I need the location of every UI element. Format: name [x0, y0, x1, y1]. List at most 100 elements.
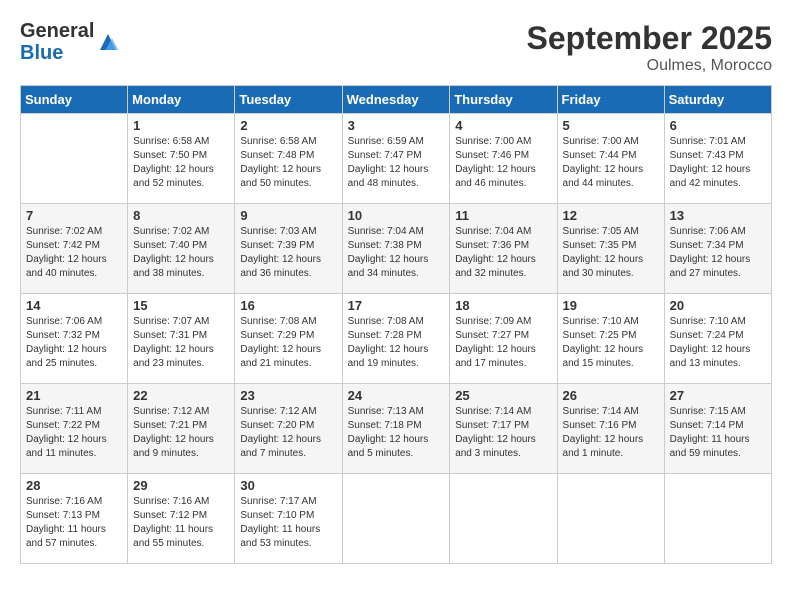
day-info: Sunrise: 6:58 AM Sunset: 7:50 PM Dayligh… — [133, 135, 229, 191]
day-number: 29 — [133, 478, 229, 493]
day-number: 14 — [26, 298, 122, 313]
calendar-week-5: 28 Sunrise: 7:16 AM Sunset: 7:13 PM Dayli… — [21, 474, 772, 564]
day-number: 19 — [563, 298, 659, 313]
day-info: Sunrise: 7:02 AM Sunset: 7:40 PM Dayligh… — [133, 225, 229, 281]
day-info: Sunrise: 7:09 AM Sunset: 7:27 PM Dayligh… — [455, 315, 551, 371]
day-info: Sunrise: 7:16 AM Sunset: 7:12 PM Dayligh… — [133, 495, 229, 551]
header-day-tuesday: Tuesday — [235, 86, 342, 114]
day-info: Sunrise: 6:58 AM Sunset: 7:48 PM Dayligh… — [240, 135, 336, 191]
day-number: 5 — [563, 118, 659, 133]
day-number: 17 — [348, 298, 445, 313]
day-number: 15 — [133, 298, 229, 313]
day-info: Sunrise: 7:10 AM Sunset: 7:25 PM Dayligh… — [563, 315, 659, 371]
day-number: 9 — [240, 208, 336, 223]
day-info: Sunrise: 7:12 AM Sunset: 7:21 PM Dayligh… — [133, 405, 229, 461]
calendar-cell: 10 Sunrise: 7:04 AM Sunset: 7:38 PM Dayli… — [342, 204, 450, 294]
day-number: 1 — [133, 118, 229, 133]
day-number: 21 — [26, 388, 122, 403]
day-number: 10 — [348, 208, 445, 223]
calendar-cell: 29 Sunrise: 7:16 AM Sunset: 7:12 PM Dayli… — [128, 474, 235, 564]
logo-icon — [96, 30, 120, 54]
day-number: 8 — [133, 208, 229, 223]
calendar-week-2: 7Sunrise: 7:02 AM Sunset: 7:42 PM Daylig… — [21, 204, 772, 294]
calendar-cell: 15Sunrise: 7:07 AM Sunset: 7:31 PM Dayli… — [128, 294, 235, 384]
day-number: 4 — [455, 118, 551, 133]
calendar-cell: 26Sunrise: 7:14 AM Sunset: 7:16 PM Dayli… — [557, 384, 664, 474]
day-info: Sunrise: 7:12 AM Sunset: 7:20 PM Dayligh… — [240, 405, 336, 461]
calendar-cell: 3 Sunrise: 6:59 AM Sunset: 7:47 PM Daylig… — [342, 114, 450, 204]
logo: GeneralBlue — [20, 20, 120, 64]
day-info: Sunrise: 7:15 AM Sunset: 7:14 PM Dayligh… — [670, 405, 766, 461]
header-day-wednesday: Wednesday — [342, 86, 450, 114]
calendar-body: 1 Sunrise: 6:58 AM Sunset: 7:50 PM Daylig… — [21, 114, 772, 564]
day-info: Sunrise: 7:16 AM Sunset: 7:13 PM Dayligh… — [26, 495, 122, 551]
day-info: Sunrise: 7:02 AM Sunset: 7:42 PM Dayligh… — [26, 225, 122, 281]
calendar-cell: 30Sunrise: 7:17 AM Sunset: 7:10 PM Dayli… — [235, 474, 342, 564]
header-day-friday: Friday — [557, 86, 664, 114]
day-info: Sunrise: 7:00 AM Sunset: 7:44 PM Dayligh… — [563, 135, 659, 191]
day-info: Sunrise: 7:14 AM Sunset: 7:17 PM Dayligh… — [455, 405, 551, 461]
location: Oulmes, Morocco — [527, 57, 772, 75]
calendar-cell: 21 Sunrise: 7:11 AM Sunset: 7:22 PM Dayli… — [21, 384, 128, 474]
day-info: Sunrise: 7:10 AM Sunset: 7:24 PM Dayligh… — [670, 315, 766, 371]
day-number: 20 — [670, 298, 766, 313]
day-number: 13 — [670, 208, 766, 223]
calendar-cell: 19 Sunrise: 7:10 AM Sunset: 7:25 PM Dayli… — [557, 294, 664, 384]
day-number: 12 — [563, 208, 659, 223]
calendar-cell: 12 Sunrise: 7:05 AM Sunset: 7:35 PM Dayli… — [557, 204, 664, 294]
calendar-cell: 8 Sunrise: 7:02 AM Sunset: 7:40 PM Daylig… — [128, 204, 235, 294]
calendar-week-3: 14 Sunrise: 7:06 AM Sunset: 7:32 PM Dayli… — [21, 294, 772, 384]
day-info: Sunrise: 7:01 AM Sunset: 7:43 PM Dayligh… — [670, 135, 766, 191]
day-number: 2 — [240, 118, 336, 133]
day-info: Sunrise: 7:17 AM Sunset: 7:10 PM Dayligh… — [240, 495, 336, 551]
title-block: September 2025 Oulmes, Morocco — [527, 20, 772, 75]
day-info: Sunrise: 7:13 AM Sunset: 7:18 PM Dayligh… — [348, 405, 445, 461]
calendar-cell: 28 Sunrise: 7:16 AM Sunset: 7:13 PM Dayli… — [21, 474, 128, 564]
day-info: Sunrise: 7:04 AM Sunset: 7:38 PM Dayligh… — [348, 225, 445, 281]
day-info: Sunrise: 6:59 AM Sunset: 7:47 PM Dayligh… — [348, 135, 445, 191]
calendar-cell: 9 Sunrise: 7:03 AM Sunset: 7:39 PM Daylig… — [235, 204, 342, 294]
day-number: 28 — [26, 478, 122, 493]
day-info: Sunrise: 7:08 AM Sunset: 7:29 PM Dayligh… — [240, 315, 336, 371]
calendar-cell: 23 Sunrise: 7:12 AM Sunset: 7:20 PM Dayli… — [235, 384, 342, 474]
calendar-cell: 27 Sunrise: 7:15 AM Sunset: 7:14 PM Dayli… — [664, 384, 771, 474]
calendar-week-4: 21 Sunrise: 7:11 AM Sunset: 7:22 PM Dayli… — [21, 384, 772, 474]
calendar-cell: 6 Sunrise: 7:01 AM Sunset: 7:43 PM Daylig… — [664, 114, 771, 204]
logo-general-text: General — [20, 20, 94, 42]
header-day-thursday: Thursday — [450, 86, 557, 114]
day-number: 25 — [455, 388, 551, 403]
day-number: 11 — [455, 208, 551, 223]
calendar-cell — [557, 474, 664, 564]
day-number: 18 — [455, 298, 551, 313]
calendar-cell: 20 Sunrise: 7:10 AM Sunset: 7:24 PM Dayli… — [664, 294, 771, 384]
calendar-cell — [664, 474, 771, 564]
day-info: Sunrise: 7:06 AM Sunset: 7:32 PM Dayligh… — [26, 315, 122, 371]
calendar-table: SundayMondayTuesdayWednesdayThursdayFrid… — [20, 85, 772, 564]
day-number: 6 — [670, 118, 766, 133]
month-title: September 2025 — [527, 20, 772, 57]
day-number: 24 — [348, 388, 445, 403]
day-info: Sunrise: 7:05 AM Sunset: 7:35 PM Dayligh… — [563, 225, 659, 281]
calendar-cell: 5 Sunrise: 7:00 AM Sunset: 7:44 PM Daylig… — [557, 114, 664, 204]
calendar-cell: 16Sunrise: 7:08 AM Sunset: 7:29 PM Dayli… — [235, 294, 342, 384]
day-info: Sunrise: 7:06 AM Sunset: 7:34 PM Dayligh… — [670, 225, 766, 281]
calendar-cell: 24 Sunrise: 7:13 AM Sunset: 7:18 PM Dayli… — [342, 384, 450, 474]
calendar-cell: 2 Sunrise: 6:58 AM Sunset: 7:48 PM Daylig… — [235, 114, 342, 204]
day-number: 23 — [240, 388, 336, 403]
page-header: GeneralBlue September 2025 Oulmes, Moroc… — [20, 20, 772, 75]
calendar-cell: 13 Sunrise: 7:06 AM Sunset: 7:34 PM Dayli… — [664, 204, 771, 294]
day-number: 27 — [670, 388, 766, 403]
day-number: 26 — [563, 388, 659, 403]
day-info: Sunrise: 7:11 AM Sunset: 7:22 PM Dayligh… — [26, 405, 122, 461]
calendar-cell: 18 Sunrise: 7:09 AM Sunset: 7:27 PM Dayli… — [450, 294, 557, 384]
day-number: 3 — [348, 118, 445, 133]
header-row: SundayMondayTuesdayWednesdayThursdayFrid… — [21, 86, 772, 114]
calendar-cell: 17Sunrise: 7:08 AM Sunset: 7:28 PM Dayli… — [342, 294, 450, 384]
day-info: Sunrise: 7:03 AM Sunset: 7:39 PM Dayligh… — [240, 225, 336, 281]
calendar-header: SundayMondayTuesdayWednesdayThursdayFrid… — [21, 86, 772, 114]
day-number: 22 — [133, 388, 229, 403]
header-day-saturday: Saturday — [664, 86, 771, 114]
calendar-cell: 11Sunrise: 7:04 AM Sunset: 7:36 PM Dayli… — [450, 204, 557, 294]
calendar-cell — [21, 114, 128, 204]
calendar-cell — [450, 474, 557, 564]
